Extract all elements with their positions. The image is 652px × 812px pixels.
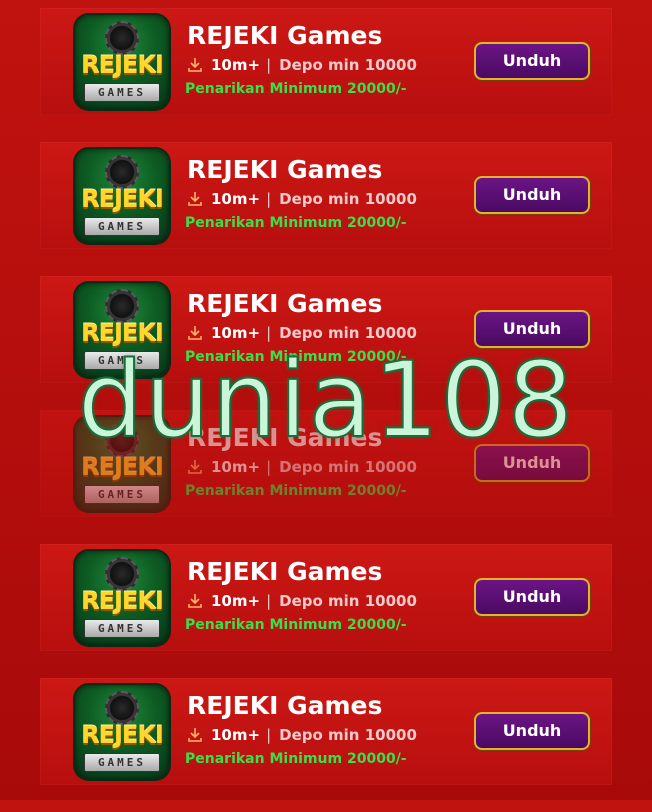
- poker-chip-icon: [105, 289, 139, 323]
- deposit-min: Depo min 10000: [279, 726, 417, 744]
- withdraw-min: Penarikan Minimum 20000/-: [185, 349, 407, 365]
- download-count: 10m+: [211, 190, 261, 208]
- app-icon-sub: GAMES: [84, 619, 160, 638]
- app-icon[interactable]: REJEKI GAMES: [75, 551, 169, 645]
- app-icon-brand: REJEKI: [81, 319, 164, 347]
- app-card: REJEKI GAMES REJEKI Games 10m+ | Depo mi…: [40, 142, 612, 249]
- app-title: REJEKI Games: [187, 691, 383, 720]
- app-title: REJEKI Games: [187, 289, 383, 318]
- download-icon: [188, 460, 202, 474]
- app-list: REJEKI GAMES REJEKI Games 10m+ | Depo mi…: [40, 8, 612, 812]
- app-icon-brand: REJEKI: [81, 721, 164, 749]
- app-icon[interactable]: REJEKI GAMES: [75, 417, 169, 511]
- download-button[interactable]: Unduh: [474, 310, 590, 348]
- app-title: REJEKI Games: [187, 21, 383, 50]
- download-button[interactable]: Unduh: [474, 42, 590, 80]
- download-count: 10m+: [211, 726, 261, 744]
- meta-separator: |: [266, 592, 272, 610]
- download-count: 10m+: [211, 324, 261, 342]
- app-meta: 10m+ | Depo min 10000: [187, 591, 417, 611]
- deposit-min: Depo min 10000: [279, 458, 417, 476]
- app-meta: 10m+ | Depo min 10000: [187, 725, 417, 745]
- meta-separator: |: [266, 56, 272, 74]
- app-icon[interactable]: REJEKI GAMES: [75, 283, 169, 377]
- app-icon-sub: GAMES: [84, 351, 160, 370]
- app-icon-brand: REJEKI: [81, 587, 164, 615]
- deposit-min: Depo min 10000: [279, 324, 417, 342]
- app-meta: 10m+ | Depo min 10000: [187, 323, 417, 343]
- app-icon-sub: GAMES: [84, 217, 160, 236]
- download-icon: [188, 192, 202, 206]
- app-card: REJEKI GAMES REJEKI Games 10m+ | Depo mi…: [40, 8, 612, 115]
- deposit-min: Depo min 10000: [279, 592, 417, 610]
- app-meta: 10m+ | Depo min 10000: [187, 189, 417, 209]
- download-button[interactable]: Unduh: [474, 444, 590, 482]
- download-button[interactable]: Unduh: [474, 712, 590, 750]
- app-icon-sub: GAMES: [84, 83, 160, 102]
- download-count: 10m+: [211, 592, 261, 610]
- app-icon-brand: REJEKI: [81, 51, 164, 79]
- app-title: REJEKI Games: [187, 423, 383, 452]
- app-icon-brand: REJEKI: [81, 185, 164, 213]
- download-button[interactable]: Unduh: [474, 578, 590, 616]
- app-icon-brand: REJEKI: [81, 453, 164, 481]
- deposit-min: Depo min 10000: [279, 56, 417, 74]
- download-icon: [188, 594, 202, 608]
- app-icon[interactable]: REJEKI GAMES: [75, 149, 169, 243]
- download-count: 10m+: [211, 458, 261, 476]
- app-meta: 10m+ | Depo min 10000: [187, 55, 417, 75]
- app-icon[interactable]: REJEKI GAMES: [75, 15, 169, 109]
- poker-chip-icon: [105, 423, 139, 457]
- app-card: REJEKI GAMES REJEKI Games 10m+ | Depo mi…: [40, 544, 612, 651]
- poker-chip-icon: [105, 557, 139, 591]
- withdraw-min: Penarikan Minimum 20000/-: [185, 617, 407, 633]
- app-icon-sub: GAMES: [84, 485, 160, 504]
- withdraw-min: Penarikan Minimum 20000/-: [185, 215, 407, 231]
- meta-separator: |: [266, 458, 272, 476]
- download-count: 10m+: [211, 56, 261, 74]
- app-card: REJEKI GAMES REJEKI Games 10m+ | Depo mi…: [40, 276, 612, 383]
- app-card: REJEKI GAMES REJEKI Games 10m+ | Depo mi…: [40, 678, 612, 785]
- download-icon: [188, 58, 202, 72]
- download-button[interactable]: Unduh: [474, 176, 590, 214]
- app-icon[interactable]: REJEKI GAMES: [75, 685, 169, 779]
- withdraw-min: Penarikan Minimum 20000/-: [185, 483, 407, 499]
- app-meta: 10m+ | Depo min 10000: [187, 457, 417, 477]
- app-card: REJEKI GAMES REJEKI Games 10m+ | Depo mi…: [40, 410, 612, 517]
- meta-separator: |: [266, 324, 272, 342]
- meta-separator: |: [266, 726, 272, 744]
- withdraw-min: Penarikan Minimum 20000/-: [185, 751, 407, 767]
- poker-chip-icon: [105, 691, 139, 725]
- app-title: REJEKI Games: [187, 155, 383, 184]
- withdraw-min: Penarikan Minimum 20000/-: [185, 81, 407, 97]
- poker-chip-icon: [105, 21, 139, 55]
- meta-separator: |: [266, 190, 272, 208]
- app-icon-sub: GAMES: [84, 753, 160, 772]
- deposit-min: Depo min 10000: [279, 190, 417, 208]
- app-title: REJEKI Games: [187, 557, 383, 586]
- download-icon: [188, 326, 202, 340]
- download-icon: [188, 728, 202, 742]
- poker-chip-icon: [105, 155, 139, 189]
